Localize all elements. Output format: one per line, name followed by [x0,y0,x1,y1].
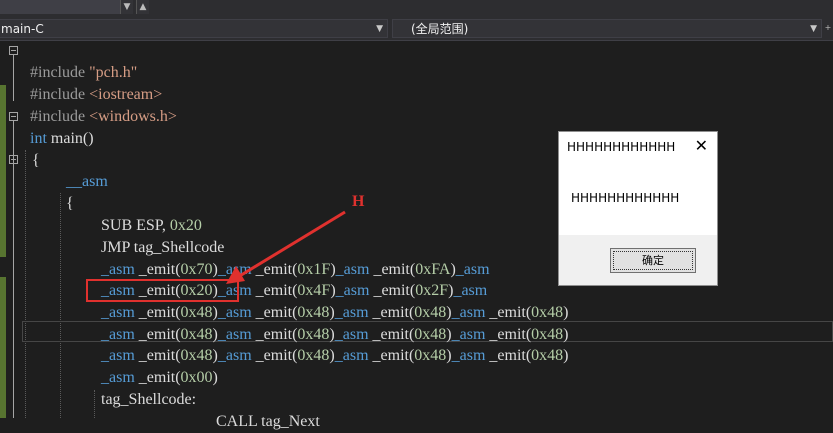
dialog-message: HHHHHHHHHHHH [571,191,680,205]
close-icon[interactable]: ✕ [695,136,708,155]
annotation-label: H [352,193,365,210]
ok-button[interactable]: 确定 [610,248,696,273]
dialog-footer: 确定 [559,235,717,285]
message-box-dialog: HHHHHHHHHHHH ✕ HHHHHHHHHHHH 确定 [558,131,718,286]
dialog-title: HHHHHHHHHHHH [567,140,676,154]
